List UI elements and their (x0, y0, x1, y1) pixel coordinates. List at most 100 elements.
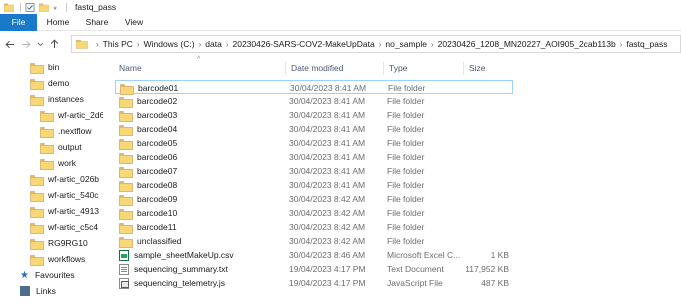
navigation-bar: › This PC › Windows (C:) › data › 202304… (0, 33, 681, 55)
breadcrumb-windows-drive[interactable]: Windows (C:) (144, 39, 195, 49)
nav-item-work[interactable]: work (40, 156, 76, 170)
text-file-icon (119, 263, 129, 275)
column-divider[interactable] (463, 62, 464, 75)
folder-icon (119, 138, 133, 150)
file-type: Text Document (387, 264, 444, 274)
file-row[interactable]: sample_sheetMakeUp.csv 30/04/2023 8:46 A… (115, 248, 513, 262)
file-row[interactable]: barcode02 30/04/2023 8:41 AM File folder (115, 94, 513, 108)
nav-item-favourites[interactable]: ★ Favourites (20, 268, 75, 282)
folder-icon (30, 62, 44, 74)
up-button[interactable] (48, 37, 60, 51)
breadcrumb-separator-icon[interactable]: › (620, 40, 623, 49)
file-size: 487 KB (481, 278, 509, 288)
nav-item-wf-artic-c5c4[interactable]: wf-artic_c5c4 (30, 220, 98, 234)
file-row[interactable]: sequencing_telemetry.js 19/04/2023 4:17 … (115, 276, 513, 290)
properties-icon[interactable] (25, 2, 35, 12)
file-name-cell: barcode10 (119, 206, 285, 220)
breadcrumb-separator-icon[interactable]: › (96, 40, 99, 49)
customize-toolbar-icon[interactable] (53, 3, 60, 12)
column-divider[interactable] (383, 62, 384, 75)
file-date: 30/04/2023 8:41 AM (289, 110, 366, 120)
column-header-name[interactable]: Name (115, 61, 285, 76)
nav-item-demo[interactable]: demo (30, 76, 69, 90)
file-row[interactable]: barcode06 30/04/2023 8:41 AM File folder (115, 150, 513, 164)
forward-button[interactable] (20, 37, 32, 51)
breadcrumb-this-pc[interactable]: This PC (103, 39, 133, 49)
folder-icon (30, 78, 44, 90)
folder-icon (119, 166, 133, 178)
toolbar-divider (20, 2, 21, 12)
nav-item-wf-artic-4913[interactable]: wf-artic_4913 (30, 204, 99, 218)
nav-item-rg9rg10[interactable]: RG9RG10 (30, 236, 88, 250)
nav-item-links[interactable]: Links (20, 284, 56, 298)
nav-item-bin[interactable]: bin (30, 60, 59, 74)
file-row[interactable]: barcode08 30/04/2023 8:41 AM File folder (115, 178, 513, 192)
address-bar[interactable]: › This PC › Windows (C:) › data › 202304… (71, 35, 681, 53)
new-folder-icon[interactable] (39, 3, 49, 12)
nav-item-instances[interactable]: instances (30, 92, 84, 106)
file-name: barcode09 (137, 194, 178, 204)
nav-item-label: wf-artic_540c (48, 190, 99, 200)
file-size (465, 206, 511, 220)
nav-item-wf-artic-540c[interactable]: wf-artic_540c (30, 188, 99, 202)
column-divider[interactable] (285, 62, 286, 75)
file-row[interactable]: barcode11 30/04/2023 8:42 AM File folder (115, 220, 513, 234)
file-row[interactable]: barcode10 30/04/2023 8:42 AM File folder (115, 206, 513, 220)
file-date: 30/04/2023 8:41 AM (289, 166, 366, 176)
folder-icon (4, 3, 14, 12)
breadcrumb-separator-icon[interactable]: › (199, 40, 202, 49)
file-row[interactable]: barcode03 30/04/2023 8:41 AM File folder (115, 108, 513, 122)
breadcrumb-data[interactable]: data (205, 39, 222, 49)
file-row[interactable]: barcode04 30/04/2023 8:41 AM File folder (115, 122, 513, 136)
file-size (465, 164, 511, 178)
nav-item-wf-artic-026b[interactable]: wf-artic_026b (30, 172, 99, 186)
breadcrumb-separator-icon[interactable]: › (431, 40, 434, 49)
file-date: 30/04/2023 8:42 AM (289, 208, 366, 218)
file-name-cell: barcode06 (119, 150, 285, 164)
nav-item-output[interactable]: output (40, 140, 82, 154)
column-header-date[interactable]: Date modified (287, 61, 383, 76)
file-name: sequencing_telemetry.js (134, 278, 226, 288)
breadcrumb-run-folder[interactable]: 20230426_1208_MN20227_AOI905_2cab113b (438, 39, 616, 49)
file-name: sequencing_summary.txt (134, 264, 228, 274)
breadcrumb-separator-icon[interactable]: › (226, 40, 229, 49)
breadcrumb-no-sample[interactable]: no_sample (385, 39, 427, 49)
file-size (465, 94, 511, 108)
file-size (465, 220, 511, 234)
back-button[interactable] (4, 37, 16, 51)
breadcrumb-makeupdata[interactable]: 20230426-SARS-COV2-MakeUpData (232, 39, 374, 49)
nav-item-label: .nextflow (58, 126, 92, 136)
breadcrumb-fastq-pass[interactable]: fastq_pass (626, 39, 667, 49)
recent-locations-button[interactable] (36, 37, 44, 51)
file-type: File folder (387, 138, 425, 148)
file-name: sample_sheetMakeUp.csv (134, 250, 234, 260)
file-type: File folder (387, 222, 425, 232)
nav-item-nextflow[interactable]: .nextflow (40, 124, 92, 138)
file-size (465, 192, 511, 206)
breadcrumb-separator-icon[interactable]: › (137, 40, 140, 49)
folder-icon (119, 208, 133, 220)
file-row[interactable]: sequencing_summary.txt 19/04/2023 4:17 P… (115, 262, 513, 276)
file-type: File folder (387, 96, 425, 106)
file-row[interactable]: barcode01 30/04/2023 8:41 AM File folder (115, 80, 513, 95)
file-row[interactable]: unclassified 30/04/2023 8:42 AM File fol… (115, 234, 513, 248)
nav-item-label: work (58, 158, 76, 168)
nav-item-wf-artic-2d6c[interactable]: wf-artic_2d6c (40, 108, 103, 122)
file-row[interactable]: barcode05 30/04/2023 8:41 AM File folder (115, 136, 513, 150)
file-date: 30/04/2023 8:41 AM (289, 180, 366, 190)
nav-item-label: Links (36, 286, 56, 296)
nav-item-workflows[interactable]: workflows (30, 252, 85, 266)
file-row[interactable]: barcode09 30/04/2023 8:42 AM File folder (115, 192, 513, 206)
file-date: 30/04/2023 8:42 AM (289, 194, 366, 204)
column-header-type[interactable]: Type (385, 61, 463, 76)
file-type: Microsoft Excel C... (387, 250, 461, 260)
breadcrumb-separator-icon[interactable]: › (379, 40, 382, 49)
tab-view[interactable]: View (123, 14, 145, 31)
column-header-size[interactable]: Size (465, 61, 511, 76)
toolbar-divider (66, 2, 67, 12)
file-name-cell: barcode01 (120, 81, 286, 95)
tab-home[interactable]: Home (46, 14, 70, 31)
tab-share[interactable]: Share (84, 14, 110, 31)
tab-file[interactable]: File (0, 14, 37, 31)
file-row[interactable]: barcode07 30/04/2023 8:41 AM File folder (115, 164, 513, 178)
